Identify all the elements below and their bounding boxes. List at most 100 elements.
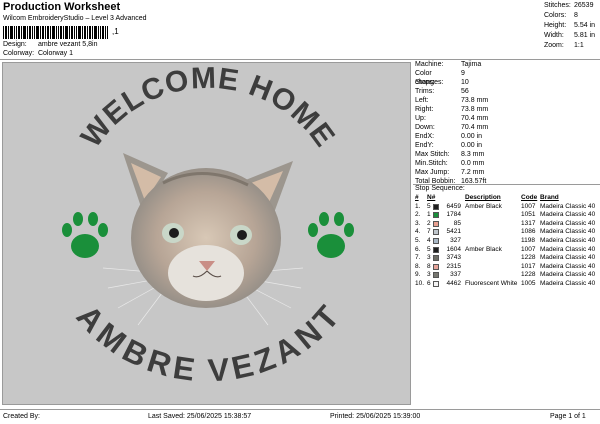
row-code: 1228 [521,271,536,279]
thread-color-swatch [433,220,439,227]
machine-value: 73.8 mm [461,106,489,113]
machine-label: Color changes: [415,70,444,86]
stat-value: 1:1 [574,42,584,49]
row-needle: 8 [427,262,431,270]
machine-value: 56 [461,88,469,95]
colorway-value: Colorway 1 [37,50,73,57]
embroidery-artwork: WELCOME HOME AMBRE VEZANT [62,62,354,388]
row-num: 1. [415,202,421,210]
row-needle: 1 [427,211,431,219]
thread-color-swatch [433,263,439,270]
row-needle: 7 [427,228,431,236]
machine-row: Stops: 10 [415,78,469,87]
colorway-row: Colorway: Colorway 1 [3,50,73,57]
machine-value: 0.00 in [461,142,483,149]
row-needle: 3 [427,254,431,262]
row-thread-number: 4462 [446,280,461,287]
col-header-num: # [415,194,419,201]
barcode-image [3,26,108,39]
stat-label: Stitches: [544,2,571,9]
machine-value: 8.3 mm [461,151,485,158]
thread-color-swatch [433,272,439,279]
row-code: 1317 [521,219,536,227]
stat-row: Zoom: 1:1 [544,42,600,52]
thread-color-swatch [433,281,439,287]
row-code: 1198 [521,237,535,244]
summary-stats: Stitches: 26539 Colors: 8 Height: 5.54 in W… [544,2,600,52]
created-by: Created By: [3,413,40,420]
row-code: 1086 [521,228,536,236]
design-label: Design: [3,41,27,48]
left-paw-icon [62,212,108,258]
machine-label: Max Jump: [415,169,450,176]
row-num: 10. [415,280,425,287]
table-row: 10. 6 4462 Fluorescent White 1005 Madeira Cla… [415,280,600,289]
machine-row: Color changes: 9 [415,69,465,86]
table-row: 9. 3 337 1228 Madeira Classic 40 [415,271,600,280]
row-code: 1005 [521,280,536,287]
header-divider [0,59,600,60]
right-paw-icon [308,212,354,258]
barcode-number: ,1 [112,27,119,36]
stat-value: 5.54 in [574,22,596,29]
stat-value: 8 [574,12,578,19]
machine-label: Max Stitch: [415,151,450,158]
machine-row: EndY: 0.00 in [415,141,482,150]
row-num: 2. [415,211,421,219]
machine-value: 0.00 in [461,133,483,140]
machine-value: 9 [461,70,465,77]
row-thread-number: 337 [450,271,461,279]
row-brand: Madeira Classic 40 [540,219,596,227]
printed-date: Printed: 25/06/2025 15:39:00 [330,413,421,420]
machine-label: Up: [415,115,426,122]
col-header-code: Code [521,194,538,201]
row-thread-number: 327 [450,237,461,244]
table-row: 6. 5 1604 Amber Black 1007 Madeira Classic 40 [415,246,600,255]
table-row: 7. 3 3743 1228 Madeira Classic 40 [415,254,600,263]
row-code: 1007 [521,202,536,210]
machine-row: EndX: 0.00 in [415,132,482,141]
machine-row: Up: 70.4 mm [415,114,488,123]
page-number: Page 1 of 1 [550,413,586,420]
row-num: 6. [415,245,421,253]
col-header-desc: Description [465,194,501,201]
row-code: 1017 [521,262,536,270]
stat-value: 26539 [574,2,594,9]
ambre-vezant-text: AMBRE VEZANT [70,298,347,388]
machine-value: Tajima [461,61,482,68]
thread-color-swatch [433,229,439,236]
thread-color-swatch [433,212,439,219]
stat-row: Width: 5.81 in [544,32,600,42]
thread-color-swatch [433,238,439,244]
machine-label: Stops: [415,79,435,86]
row-thread-number: 85 [453,219,461,227]
machine-label: EndY: [415,142,434,149]
row-brand: Madeira Classic 40 [540,211,596,219]
software-subtitle: Wilcom EmbroideryStudio – Level 3 Advanc… [3,15,147,22]
row-num: 7. [415,254,421,262]
machine-row: Trims: 56 [415,87,469,96]
table-row: 2. 1 1784 1051 Madeira Classic 40 [415,211,600,220]
design-name-row: Design: ambre vezant 5,8in [3,41,98,48]
machine-label: Min.Stitch: [415,160,448,167]
machine-row: Left: 73.8 mm [415,96,488,105]
row-brand: Madeira Classic 40 [540,254,596,262]
row-brand: Madeira Classic 40 [540,237,596,244]
row-description: Fluorescent White [465,280,518,287]
welcome-home-text: WELCOME HOME [75,63,342,154]
stat-value: 5.81 in [574,32,596,39]
table-row: 1. 5 6459 Amber Black 1007 Madeira Classic 40 [415,203,600,212]
page-title: Production Worksheet [3,1,121,13]
machine-value: 0.0 mm [461,160,485,167]
row-code: 1228 [521,254,536,262]
row-num: 3. [415,219,421,227]
design-preview[interactable]: WELCOME HOME AMBRE VEZANT [2,62,411,405]
machine-value: 10 [461,79,469,86]
row-code: 1051 [521,211,536,219]
stat-row: Height: 5.54 in [544,22,600,32]
machine-label: Trims: [415,88,435,95]
row-thread-number: 2315 [446,262,461,270]
machine-value: 7.2 mm [461,169,485,176]
machine-label: EndX: [415,133,435,140]
row-num: 4. [415,228,421,236]
